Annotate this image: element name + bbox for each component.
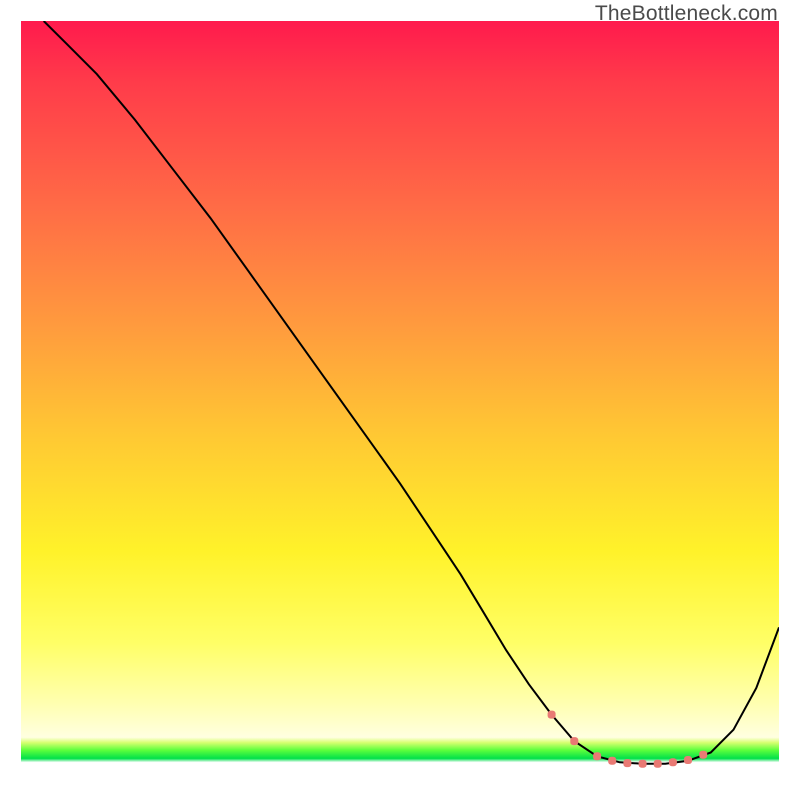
highlight-markers bbox=[548, 711, 708, 768]
marker-dot bbox=[548, 711, 556, 719]
marker-dot bbox=[669, 758, 677, 766]
marker-dot bbox=[699, 751, 707, 759]
chart-overlay bbox=[21, 21, 779, 779]
plot-area bbox=[21, 21, 779, 779]
marker-dot bbox=[593, 752, 601, 760]
marker-dot bbox=[639, 760, 647, 768]
marker-dot bbox=[623, 759, 631, 767]
bottleneck-curve bbox=[44, 21, 779, 764]
marker-dot bbox=[608, 757, 616, 765]
marker-dot bbox=[654, 760, 662, 768]
chart-canvas: TheBottleneck.com bbox=[0, 0, 800, 800]
marker-dot bbox=[570, 737, 578, 745]
marker-dot bbox=[684, 756, 692, 764]
